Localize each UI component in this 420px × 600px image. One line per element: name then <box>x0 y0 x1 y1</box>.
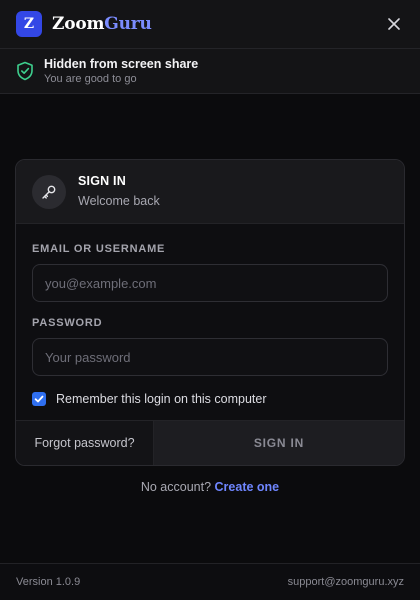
checkmark-icon <box>34 395 44 403</box>
status-subtitle: You are good to go <box>44 72 137 85</box>
screen-share-status: Hidden from screen share You are good to… <box>0 48 420 94</box>
app-title: ZoomGuru <box>52 14 152 34</box>
remember-label[interactable]: Remember this login on this computer <box>56 392 267 406</box>
password-label: PASSWORD <box>32 317 103 329</box>
version-label: Version 1.0.9 <box>16 576 81 588</box>
sign-in-card: SIGN IN Welcome back EMAIL OR USERNAME P… <box>15 159 405 466</box>
status-title: Hidden from screen share <box>44 56 199 71</box>
create-account-link[interactable]: Create one <box>215 480 280 494</box>
close-button[interactable] <box>382 12 406 36</box>
shield-check-icon <box>17 61 33 81</box>
card-header-text: SIGN IN Welcome back <box>78 173 160 210</box>
remember-checkbox[interactable] <box>32 392 46 406</box>
logo-letter: Z <box>23 16 35 32</box>
card-actions: Forgot password? SIGN IN <box>16 420 404 465</box>
sign-in-button[interactable]: SIGN IN <box>153 421 404 465</box>
password-input[interactable] <box>32 338 388 376</box>
card-title: SIGN IN <box>78 174 126 188</box>
key-icon <box>42 185 56 199</box>
status-text: Hidden from screen share You are good to… <box>44 57 198 86</box>
email-label: EMAIL OR USERNAME <box>32 243 166 255</box>
footer: Version 1.0.9 support@zoomguru.xyz <box>0 563 420 600</box>
email-input[interactable] <box>32 264 388 302</box>
key-icon-badge <box>32 174 66 209</box>
signup-prompt: No account? Create one <box>0 480 420 494</box>
title-bar: Z ZoomGuru <box>0 0 420 48</box>
brand-part1: Zoom <box>52 14 105 34</box>
card-header: SIGN IN Welcome back <box>16 160 404 224</box>
support-email-link[interactable]: support@zoomguru.xyz <box>288 576 404 588</box>
app-logo: Z <box>16 11 42 37</box>
card-subtitle: Welcome back <box>78 194 160 208</box>
brand-part2: Guru <box>104 14 152 34</box>
forgot-password-button[interactable]: Forgot password? <box>16 421 153 465</box>
remember-row: Remember this login on this computer <box>32 388 388 410</box>
sign-in-form: EMAIL OR USERNAME PASSWORD Remember this… <box>16 242 404 410</box>
close-icon <box>388 18 400 30</box>
no-account-text: No account? <box>140 480 212 494</box>
